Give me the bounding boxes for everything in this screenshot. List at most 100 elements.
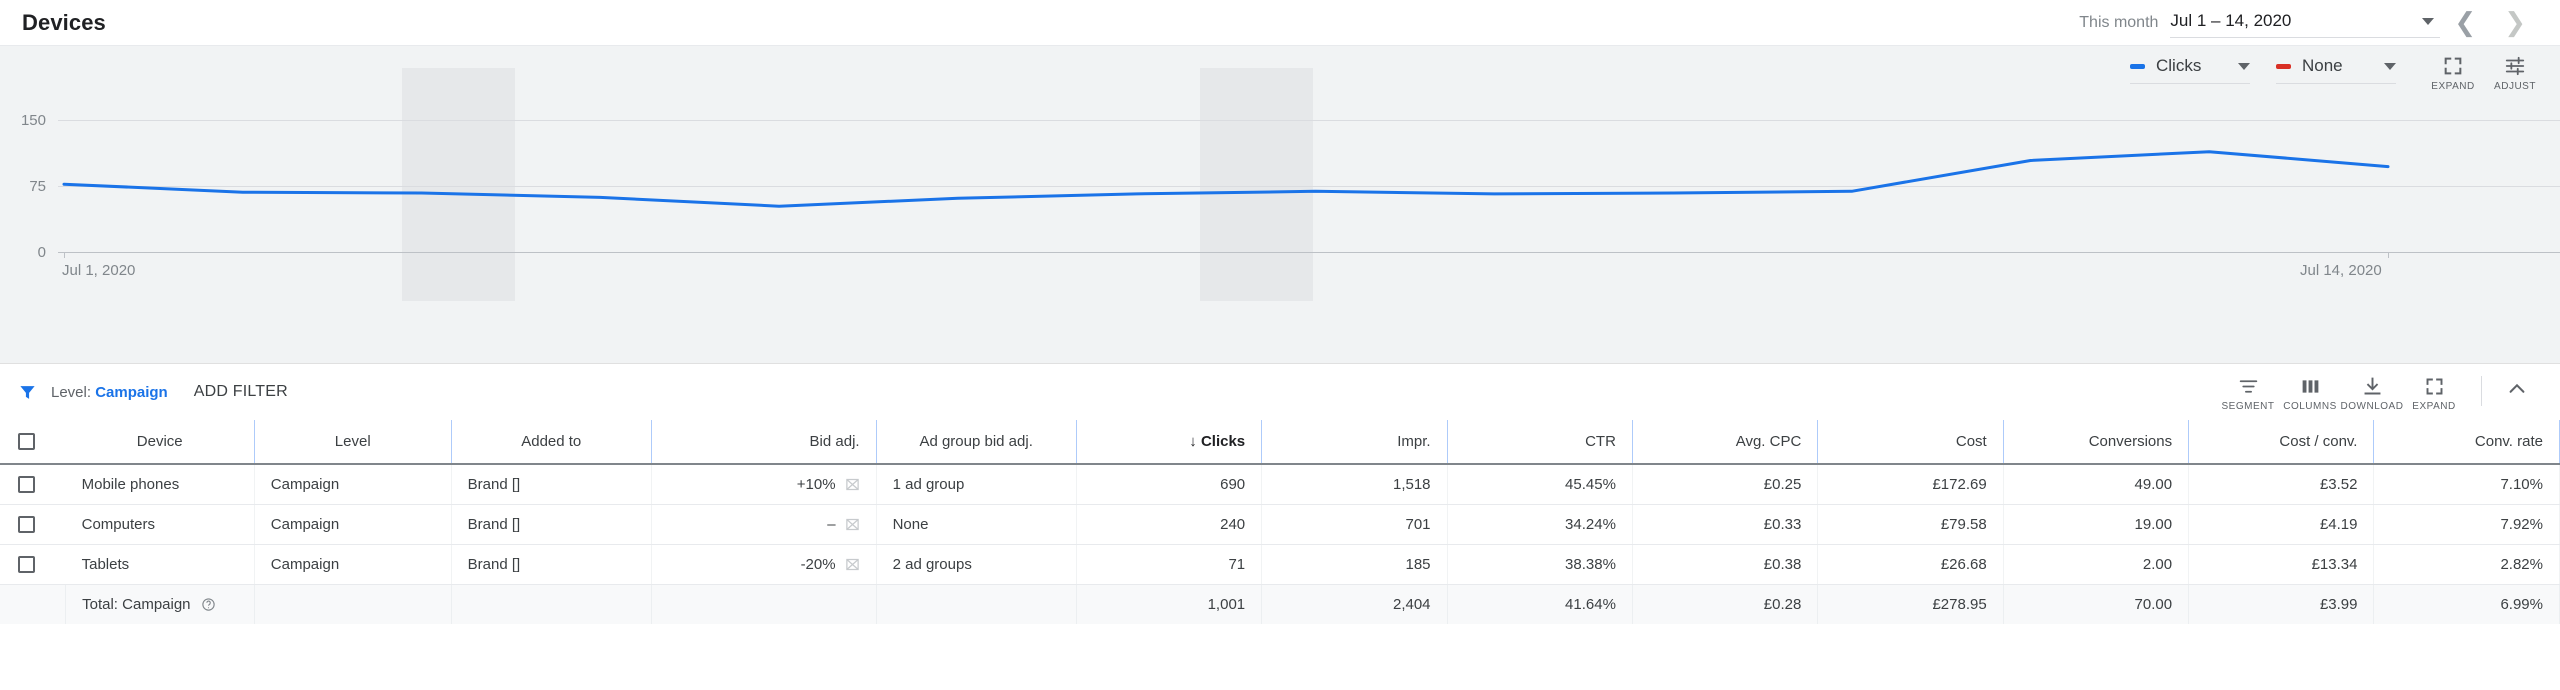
secondary-metric-color-swatch [2276, 63, 2291, 69]
cell-bid-adj[interactable]: +10% [651, 464, 877, 505]
primary-metric-dropdown[interactable]: Clicks [2130, 52, 2250, 84]
segment-button[interactable]: SEGMENT [2217, 372, 2279, 412]
chart-adjust-label: ADJUST [2494, 81, 2536, 92]
cell-bid-adj[interactable]: – [651, 504, 877, 545]
cell-clicks: 690 [1076, 464, 1263, 505]
filter-chip-level[interactable]: Level: Campaign [51, 384, 168, 401]
toolbar-divider [2481, 376, 2482, 406]
cell-clicks: 240 [1076, 504, 1263, 545]
total-select-cell [0, 584, 67, 624]
columns-button[interactable]: COLUMNS [2279, 372, 2341, 412]
total-cost: £278.95 [1817, 584, 2004, 624]
secondary-metric-label: None [2302, 56, 2343, 75]
chevron-up-icon [2509, 383, 2525, 393]
cell-conversions: 19.00 [2003, 504, 2190, 545]
total-clicks: 1,001 [1076, 584, 1263, 624]
table-row[interactable]: Mobile phones Campaign Brand [] +10% 1 a… [0, 464, 2560, 505]
cell-ctr: 38.38% [1447, 544, 1633, 585]
chart-plot-area: 150 75 0 Jul 1, 2020 Jul 14, 2020 [0, 46, 2560, 363]
bid-adj-value: – [827, 515, 836, 533]
chart-expand-button[interactable]: EXPAND [2422, 52, 2484, 92]
segment-label: SEGMENT [2221, 401, 2275, 412]
cell-cost: £172.69 [1817, 464, 2004, 505]
prev-period-button[interactable]: ❮ [2440, 10, 2490, 36]
chevron-down-icon[interactable] [2422, 17, 2435, 25]
filter-chip-value: Campaign [95, 383, 168, 401]
devices-table: Device Level Added to Bid adj. Ad group … [0, 420, 2560, 624]
download-label: DOWNLOAD [2340, 401, 2404, 412]
select-all-checkbox[interactable] [18, 433, 35, 450]
cell-ad-group-bid-adj: 2 ad groups [876, 544, 1077, 585]
chart-controls: Clicks None EXPAND ADJUST [2130, 52, 2546, 92]
table-header-row: Device Level Added to Bid adj. Ad group … [0, 420, 2560, 465]
cell-impr: 1,518 [1261, 464, 1448, 505]
cell-added-to: Brand [] [451, 504, 652, 545]
columns-label: COLUMNS [2283, 401, 2337, 412]
cell-cost: £79.58 [1817, 504, 2004, 545]
edit-pencil-icon[interactable] [845, 477, 860, 492]
date-range-dropdown[interactable]: Jul 1 – 14, 2020 [2170, 7, 2441, 38]
date-range-selector[interactable]: This month Jul 1 – 14, 2020 ❮ ❯ [2079, 7, 2540, 38]
column-header-cost-per-conv[interactable]: Cost / conv. [2188, 420, 2375, 465]
column-header-conversions[interactable]: Conversions [2003, 420, 2190, 465]
row-select-cell[interactable] [0, 504, 66, 545]
total-conversions: 70.00 [2003, 584, 2190, 624]
edit-pencil-icon[interactable] [845, 557, 860, 572]
row-checkbox[interactable] [18, 515, 35, 533]
cell-added-to: Brand [] [451, 544, 652, 585]
collapse-panel-button[interactable] [2492, 372, 2542, 405]
column-header-cost[interactable]: Cost [1817, 420, 2004, 465]
row-select-cell[interactable] [0, 544, 66, 585]
help-icon[interactable] [201, 597, 216, 612]
total-conv-rate: 6.99% [2373, 584, 2560, 624]
next-period-button[interactable]: ❯ [2490, 10, 2540, 36]
row-checkbox[interactable] [18, 555, 35, 573]
cell-ad-group-bid-adj: 1 ad group [876, 464, 1077, 505]
table-header: Device Level Added to Bid adj. Ad group … [0, 420, 2560, 465]
chevron-down-icon[interactable] [2384, 62, 2396, 70]
table-expand-button[interactable]: EXPAND [2403, 372, 2465, 412]
cell-level: Campaign [254, 504, 452, 545]
column-header-conv-rate[interactable]: Conv. rate [2373, 420, 2560, 465]
column-header-ctr[interactable]: CTR [1447, 420, 1633, 465]
total-avg-cpc: £0.28 [1632, 584, 1819, 624]
total-label-cell: Total: Campaign [65, 584, 255, 624]
column-header-level[interactable]: Level [254, 420, 452, 465]
primary-metric-label: Clicks [2156, 56, 2202, 75]
cell-conv-rate: 2.82% [2373, 544, 2560, 585]
cell-cost-per-conv: £3.52 [2188, 464, 2375, 505]
column-header-bid-adj[interactable]: Bid adj. [651, 420, 877, 465]
table-total-row: Total: Campaign 1,001 2,404 41.64% £0.28… [0, 584, 2560, 624]
cell-added-to: Brand [] [451, 464, 652, 505]
table-row[interactable]: Computers Campaign Brand [] – None 240 7… [0, 504, 2560, 545]
add-filter-button[interactable]: ADD FILTER [194, 383, 288, 401]
expand-icon [2424, 374, 2445, 398]
chevron-down-icon[interactable] [2238, 62, 2250, 70]
secondary-metric-dropdown[interactable]: None [2276, 52, 2396, 84]
column-header-added-to[interactable]: Added to [451, 420, 652, 465]
cell-ctr: 45.45% [1447, 464, 1633, 505]
cell-impr: 185 [1261, 544, 1448, 585]
table-body: Mobile phones Campaign Brand [] +10% 1 a… [0, 464, 2560, 624]
cell-ad-group-bid-adj: None [876, 504, 1077, 545]
table-row[interactable]: Tablets Campaign Brand [] -20% 2 ad grou… [0, 544, 2560, 585]
cell-device: Mobile phones [65, 464, 255, 505]
table-toolbar: Level: Campaign ADD FILTER SEGMENT COLUM… [0, 364, 2560, 420]
edit-pencil-icon[interactable] [845, 517, 860, 532]
cell-cost: £26.68 [1817, 544, 2004, 585]
column-header-impr[interactable]: Impr. [1261, 420, 1448, 465]
select-all-header[interactable] [0, 420, 66, 465]
download-button[interactable]: DOWNLOAD [2341, 372, 2403, 412]
row-select-cell[interactable] [0, 464, 66, 505]
column-header-clicks[interactable]: ↓ Clicks [1076, 420, 1263, 465]
sort-descending-icon: ↓ [1189, 433, 1197, 450]
bid-adj-value: +10% [796, 475, 836, 493]
column-header-avg-cpc[interactable]: Avg. CPC [1632, 420, 1819, 465]
chart-adjust-button[interactable]: ADJUST [2484, 52, 2546, 92]
adjust-icon [2504, 54, 2526, 78]
column-header-device[interactable]: Device [65, 420, 255, 465]
row-checkbox[interactable] [18, 475, 35, 493]
cell-bid-adj[interactable]: -20% [651, 544, 877, 585]
column-header-ad-group-bid-adj[interactable]: Ad group bid adj. [876, 420, 1077, 465]
filter-funnel-icon[interactable] [18, 383, 37, 402]
